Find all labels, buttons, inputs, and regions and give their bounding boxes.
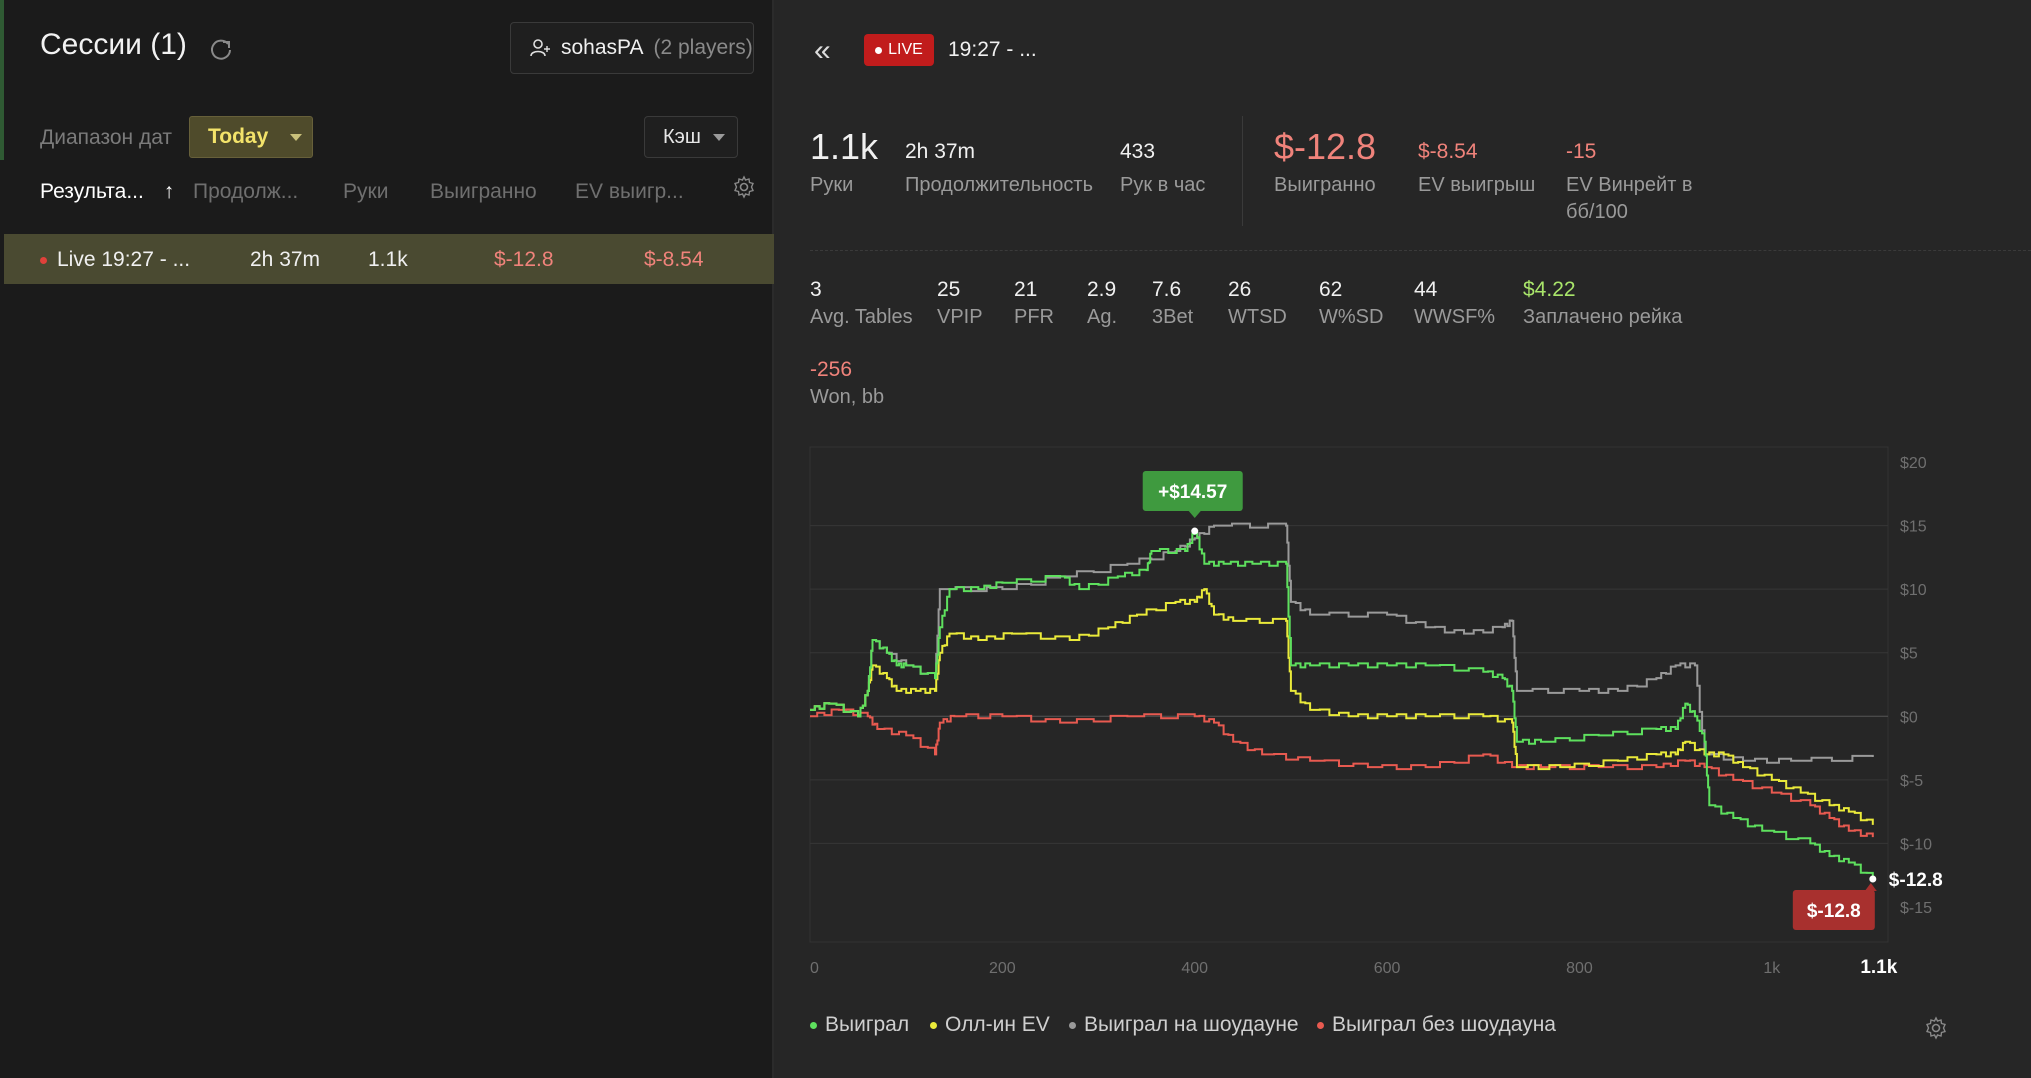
panel-accent: [0, 0, 4, 160]
chevron-down-icon: [712, 133, 725, 141]
x-tick-label: 1k: [1763, 960, 1781, 977]
user-icon: [530, 39, 550, 57]
legend-dot-icon: [1317, 1021, 1324, 1029]
x-end-label: 1.1k: [1860, 957, 1897, 978]
session-hands: 1.1k: [368, 248, 408, 271]
session-ev-won: $-8.54: [644, 248, 704, 271]
sessions-panel: Сессии (1) sohasPA (2 players) Диапазон …: [0, 0, 774, 1078]
date-range-label: Диапазон дат: [40, 126, 173, 149]
date-range-value: Today: [208, 125, 269, 148]
sort-arrow-icon: ↑: [163, 180, 175, 203]
player-count: (2 players): [653, 36, 753, 59]
game-type-dropdown[interactable]: Кэш: [644, 116, 738, 158]
results-chart[interactable]: $20 $15 $10 $5 $0 $-5 $-10 $-15 0 200 400 600 800 1k 1…: [774, 0, 2031, 1000]
y-tick-label: $5: [1900, 646, 1918, 663]
column-header-won[interactable]: Выигранно: [430, 180, 537, 204]
legend-label: Выиграл без шоудауна: [1332, 1013, 1556, 1036]
x-tick-label: 800: [1566, 960, 1593, 977]
x-tick-label: 200: [989, 960, 1016, 977]
y-tick-label: $20: [1900, 455, 1927, 472]
peak-badge-pointer: [1188, 511, 1201, 519]
session-detail-panel: « LIVE 19:27 - ... 1.1k Руки 2h 37m Прод…: [774, 0, 2031, 1078]
series-line-allin_ev: [810, 588, 1874, 825]
column-header-hands[interactable]: Руки: [343, 180, 388, 204]
end-label: $-12.8: [1807, 901, 1861, 922]
end-badge-pointer: [1864, 883, 1877, 892]
date-range-dropdown[interactable]: Today: [189, 116, 313, 158]
player-selector-button[interactable]: sohasPA (2 players): [510, 22, 754, 74]
legend-allin-ev[interactable]: Олл-ин EV: [930, 1013, 1050, 1037]
refresh-icon[interactable]: [208, 36, 234, 62]
x-tick-label: 600: [1374, 960, 1401, 977]
y-tick-label: $-10: [1900, 836, 1932, 853]
session-row[interactable]: Live 19:27 - ... 2h 37m 1.1k $-12.8 $-8.…: [4, 234, 774, 284]
sessions-title: Сессии (1): [40, 28, 187, 61]
peak-label: +$14.57: [1158, 482, 1227, 503]
column-header-result[interactable]: Результа... ↑: [40, 180, 174, 204]
chart-settings-gear-icon[interactable]: [1924, 1016, 1948, 1040]
legend-won[interactable]: Выиграл: [810, 1013, 909, 1037]
x-tick-label: 400: [1181, 960, 1208, 977]
legend-non-showdown[interactable]: Выиграл без шоудауна: [1317, 1013, 1556, 1037]
legend-label: Олл-ин EV: [945, 1013, 1050, 1036]
end-marker: [1869, 875, 1877, 883]
column-label: Результа...: [40, 180, 144, 203]
player-name: sohasPA: [561, 36, 644, 59]
legend-label: Выиграл на шоудауне: [1084, 1013, 1299, 1036]
legend-dot-icon: [1069, 1021, 1076, 1029]
plot-area: [809, 446, 1889, 943]
session-duration: 2h 37m: [250, 248, 321, 271]
chevron-down-icon: [290, 133, 303, 141]
end-value-label: $-12.8: [1889, 870, 1943, 891]
y-tick-label: $-15: [1900, 900, 1932, 917]
legend-showdown[interactable]: Выиграл на шоудауне: [1069, 1013, 1299, 1037]
series-line-showdown: [810, 522, 1874, 764]
series-line-won: [810, 530, 1874, 879]
series-line-non_showdown: [810, 708, 1874, 838]
y-tick-label: $15: [1900, 519, 1927, 536]
session-name: Live 19:27 - ...: [40, 248, 190, 272]
session-won: $-12.8: [494, 248, 554, 271]
live-dot-icon: [40, 256, 47, 264]
legend-dot-icon: [810, 1021, 817, 1029]
legend-dot-icon: [930, 1021, 937, 1029]
gear-icon[interactable]: [732, 175, 756, 199]
x-tick-label: 0: [810, 960, 819, 977]
y-tick-label: $-5: [1900, 773, 1923, 790]
legend-label: Выиграл: [825, 1013, 910, 1036]
peak-marker: [1191, 527, 1199, 535]
game-type-value: Кэш: [663, 125, 701, 148]
y-tick-label: $0: [1900, 709, 1918, 726]
column-header-ev-won[interactable]: EV выигр...: [575, 180, 684, 204]
column-header-duration[interactable]: Продолж...: [193, 180, 298, 204]
y-tick-label: $10: [1900, 582, 1927, 599]
